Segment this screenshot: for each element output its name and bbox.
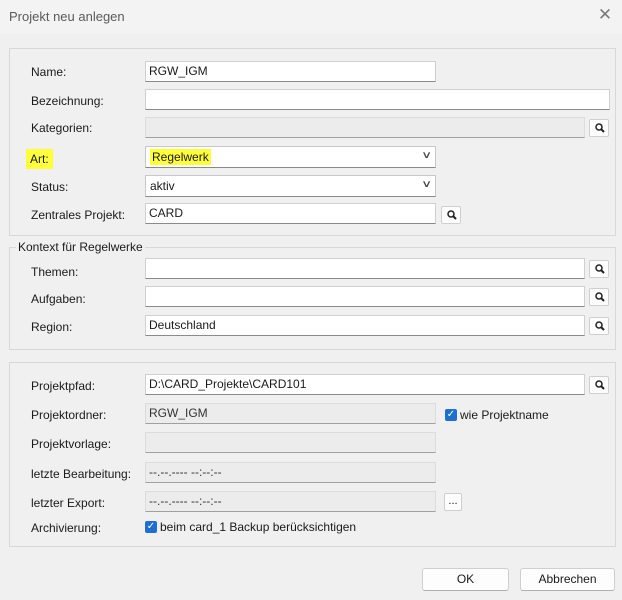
backup-checkbox[interactable]: ✓ <box>145 521 157 533</box>
name-label: Name: <box>31 65 67 79</box>
kategorien-label: Kategorien: <box>31 121 93 135</box>
art-select-value: Regelwerk <box>150 149 211 165</box>
wie-projektname-label: wie Projektname <box>460 408 549 422</box>
pfad-input[interactable]: D:\CARD_Projekte\CARD101 <box>145 374 585 395</box>
pfad-label: Projektpfad: <box>31 379 96 393</box>
export-label: letzter Export: <box>31 496 106 510</box>
chevron-down-icon: ∨ <box>420 150 432 161</box>
bezeichnung-input[interactable] <box>145 89 610 110</box>
cancel-button[interactable]: Abbrechen <box>520 568 615 591</box>
chevron-down-icon: ∨ <box>420 179 432 190</box>
search-icon <box>595 321 605 331</box>
art-label: Art: <box>26 149 53 169</box>
vorlage-input <box>145 432 436 453</box>
dialog-title: Projekt neu anlegen <box>9 9 125 24</box>
title-bar: Projekt neu anlegen ✕ <box>0 0 622 34</box>
search-icon <box>595 123 605 133</box>
search-icon <box>595 292 605 302</box>
ordner-input: RGW_IGM <box>145 403 436 424</box>
search-icon <box>447 210 457 220</box>
name-input[interactable]: RGW_IGM <box>145 61 436 82</box>
aufgaben-input[interactable] <box>145 286 585 307</box>
zentral-input[interactable]: CARD <box>145 203 436 224</box>
bearbeitung-input: --.--.---- --:--:-- <box>145 462 436 483</box>
pfad-search-button[interactable] <box>589 376 609 394</box>
kategorien-search-button[interactable] <box>589 119 609 137</box>
export-browse-button[interactable]: ... <box>444 493 462 511</box>
search-icon <box>595 264 605 274</box>
export-input: --.--.---- --:--:-- <box>145 491 436 512</box>
region-input[interactable]: Deutschland <box>145 315 585 336</box>
aufgaben-search-button[interactable] <box>589 288 609 306</box>
archiv-label: Archivierung: <box>31 521 102 535</box>
search-icon <box>595 380 605 390</box>
wie-projektname-checkbox[interactable]: ✓ <box>445 409 457 421</box>
zentral-search-button[interactable] <box>441 206 461 224</box>
status-select[interactable]: aktiv ∨ <box>145 175 436 197</box>
status-select-value: aktiv <box>150 179 175 193</box>
bezeichnung-label: Bezeichnung: <box>31 94 104 108</box>
bearbeitung-label: letzte Bearbeitung: <box>31 467 132 481</box>
themen-input[interactable] <box>145 258 585 279</box>
vorlage-label: Projektvorlage: <box>31 437 112 451</box>
region-label: Region: <box>31 320 73 334</box>
themen-search-button[interactable] <box>589 260 609 278</box>
close-icon[interactable]: ✕ <box>596 6 614 24</box>
ok-button[interactable]: OK <box>422 568 509 591</box>
kategorien-input <box>145 117 585 138</box>
kontext-group-title: Kontext für Regelwerke <box>16 240 145 254</box>
backup-checkbox-label: beim card_1 Backup berücksichtigen <box>160 520 357 534</box>
ordner-label: Projektordner: <box>31 408 107 422</box>
zentral-label: Zentrales Projekt: <box>31 208 126 222</box>
region-search-button[interactable] <box>589 317 609 335</box>
art-select[interactable]: Regelwerk ∨ <box>145 146 436 168</box>
status-label: Status: <box>31 180 69 194</box>
themen-label: Themen: <box>31 265 79 279</box>
aufgaben-label: Aufgaben: <box>31 292 86 306</box>
